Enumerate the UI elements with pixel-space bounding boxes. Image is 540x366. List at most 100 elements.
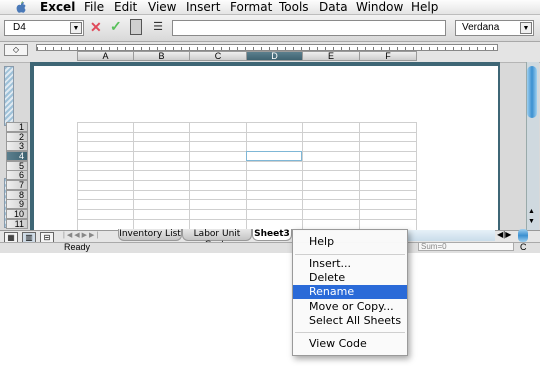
cancel-x-icon[interactable]: ✕: [90, 19, 102, 36]
row-header-10[interactable]: 10: [6, 209, 28, 219]
menu-file[interactable]: File: [84, 0, 104, 14]
tab-labor-unit-costs[interactable]: Labor Unit Costs: [182, 229, 252, 250]
calculator-icon[interactable]: [130, 19, 142, 35]
grid-cell[interactable]: [78, 162, 134, 171]
grid-cell[interactable]: [190, 123, 247, 133]
grid-cell[interactable]: [247, 171, 303, 181]
row-header-1[interactable]: 1: [6, 122, 28, 132]
grid-cell[interactable]: [360, 133, 417, 142]
grid-cell[interactable]: [303, 162, 360, 171]
row-header-7[interactable]: 7: [6, 180, 28, 190]
scroll-down-arrow-icon[interactable]: ▼: [528, 218, 535, 225]
grid-cell[interactable]: [190, 171, 247, 181]
grid-cell[interactable]: [360, 142, 417, 152]
grid-cell[interactable]: [360, 123, 417, 133]
grid-cell[interactable]: [134, 162, 190, 171]
column-header-a[interactable]: A: [77, 51, 134, 61]
column-header-b[interactable]: B: [133, 51, 190, 61]
menu-insert[interactable]: Insert: [186, 0, 220, 14]
name-box[interactable]: D4 ▼: [4, 20, 84, 36]
menu-edit[interactable]: Edit: [114, 0, 137, 14]
horizontal-ruler[interactable]: [36, 44, 498, 51]
grid-cell[interactable]: [360, 191, 417, 200]
grid-cell[interactable]: [190, 181, 247, 191]
grid-cell[interactable]: [360, 200, 417, 210]
menu-item-select-all-sheets[interactable]: Select All Sheets: [293, 314, 407, 328]
grid-cell[interactable]: [134, 191, 190, 200]
grid-cell[interactable]: [247, 181, 303, 191]
row-header-6[interactable]: 6: [6, 170, 28, 180]
apple-icon[interactable]: [14, 0, 28, 14]
grid-cell[interactable]: [190, 200, 247, 210]
grid-cell[interactable]: [303, 133, 360, 142]
tab-navigation-arrows-icon[interactable]: |◀◀▶▶|: [63, 231, 100, 239]
grid-cell[interactable]: [303, 142, 360, 152]
grid-cell[interactable]: [78, 133, 134, 142]
grid-cell[interactable]: [303, 191, 360, 200]
grid-cell[interactable]: [134, 123, 190, 133]
grid-cell[interactable]: [78, 152, 134, 162]
column-header-e[interactable]: E: [302, 51, 360, 61]
grid-cell[interactable]: [134, 181, 190, 191]
menu-data[interactable]: Data: [319, 0, 348, 14]
horizontal-scroll-arrows-icon[interactable]: ◀|▶: [497, 230, 511, 239]
grid-cell[interactable]: [360, 171, 417, 181]
grid-cell[interactable]: [303, 200, 360, 210]
diamond-icon[interactable]: ◇: [4, 44, 28, 56]
menu-format[interactable]: Format: [230, 0, 272, 14]
edit-formula-icon[interactable]: ☰: [151, 20, 165, 34]
column-header-c[interactable]: C: [189, 51, 247, 61]
grid-cell[interactable]: [303, 210, 360, 220]
vertical-scroll-thumb[interactable]: [527, 66, 537, 118]
tab-sheet3[interactable]: Sheet3: [252, 229, 292, 241]
grid-cell[interactable]: [78, 181, 134, 191]
grid-cell[interactable]: [78, 142, 134, 152]
grid-cell[interactable]: [247, 162, 303, 171]
chevron-down-icon[interactable]: ▼: [520, 22, 532, 34]
row-header-11[interactable]: 11: [6, 219, 28, 229]
menu-app-excel[interactable]: Excel: [40, 0, 75, 14]
column-header-d[interactable]: D: [246, 51, 303, 61]
grid-cell[interactable]: [247, 123, 303, 133]
menu-item-view-code[interactable]: View Code: [293, 337, 407, 351]
grid-cell[interactable]: [78, 200, 134, 210]
grid-cell[interactable]: [247, 133, 303, 142]
formula-input[interactable]: [172, 20, 446, 36]
row-header-4[interactable]: 4: [6, 151, 28, 161]
menu-item-delete[interactable]: Delete: [293, 271, 407, 285]
grid-cell[interactable]: [78, 210, 134, 220]
grid-cell[interactable]: [303, 152, 360, 162]
row-header-3[interactable]: 3: [6, 141, 28, 151]
grid-cell[interactable]: [190, 210, 247, 220]
grid-cell[interactable]: [303, 181, 360, 191]
horizontal-scrollbar[interactable]: [405, 230, 495, 241]
selected-cell[interactable]: [246, 151, 302, 161]
grid-cell[interactable]: [190, 162, 247, 171]
grid-cell[interactable]: [78, 123, 134, 133]
menu-item-insert[interactable]: Insert...: [293, 257, 407, 271]
grid-cell[interactable]: [360, 210, 417, 220]
grid-cell[interactable]: [247, 191, 303, 200]
menu-help[interactable]: Help: [411, 0, 438, 14]
grid-cell[interactable]: [303, 123, 360, 133]
grid-cell[interactable]: [360, 152, 417, 162]
grid-cell[interactable]: [78, 191, 134, 200]
menu-view[interactable]: View: [148, 0, 176, 14]
menu-item-rename[interactable]: Rename: [293, 285, 407, 299]
grid-cell[interactable]: [134, 210, 190, 220]
font-select[interactable]: Verdana ▼: [455, 20, 534, 36]
grid-cell[interactable]: [303, 171, 360, 181]
menu-tools[interactable]: Tools: [279, 0, 309, 14]
grid-cell[interactable]: [190, 142, 247, 152]
grid-cell[interactable]: [360, 162, 417, 171]
tab-inventory-list[interactable]: Inventory List: [118, 229, 182, 241]
grid-cell[interactable]: [247, 200, 303, 210]
cell-grid[interactable]: [77, 122, 417, 231]
grid-cell[interactable]: [134, 200, 190, 210]
enter-check-icon[interactable]: ✓: [110, 18, 122, 35]
grid-cell[interactable]: [134, 142, 190, 152]
grid-cell[interactable]: [190, 152, 247, 162]
row-header-9[interactable]: 9: [6, 199, 28, 209]
column-header-f[interactable]: F: [359, 51, 417, 61]
vertical-ruler[interactable]: [4, 66, 14, 126]
